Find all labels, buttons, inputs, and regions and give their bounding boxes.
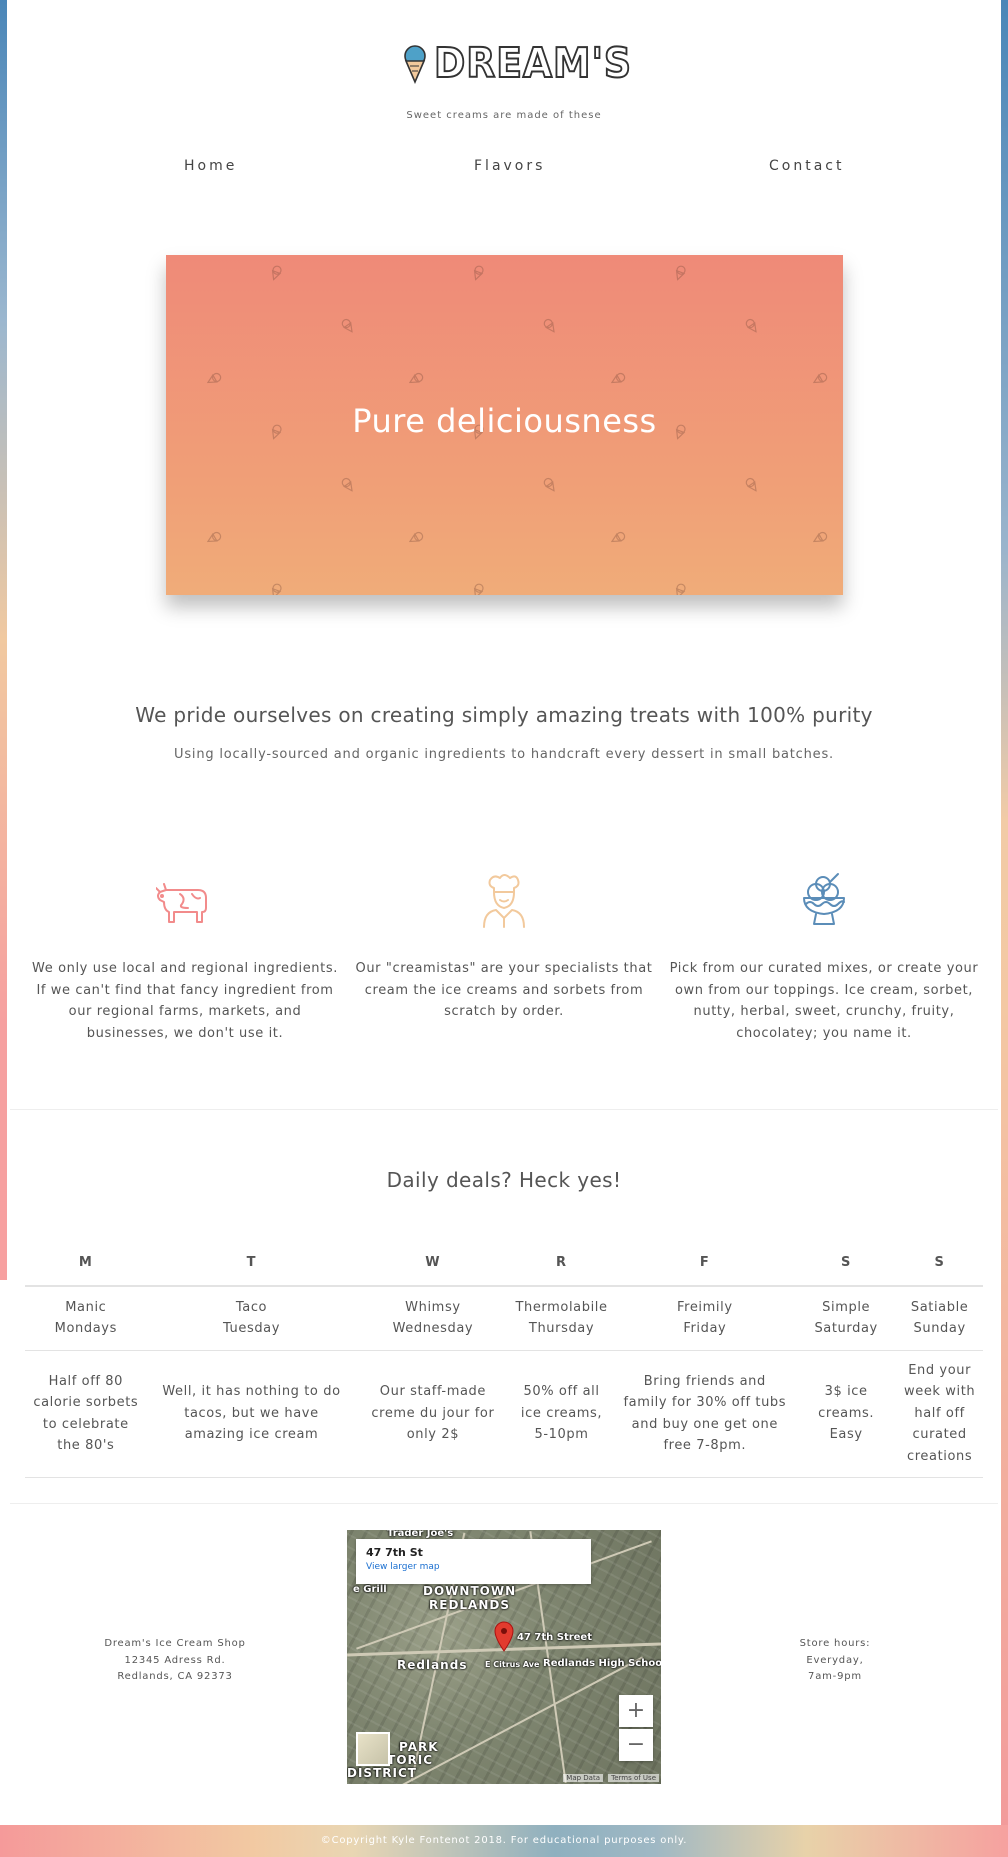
cone-icon — [271, 583, 282, 595]
day-header: F — [613, 1240, 797, 1287]
zoom-in-button[interactable]: + — [619, 1695, 653, 1727]
deal-description-cell: Half off 80 calorie sorbets to celebrate… — [25, 1350, 147, 1478]
deal-name-cell: Thermolabile Thursday — [509, 1286, 614, 1351]
right-gradient-border — [1001, 0, 1008, 1825]
map-pin-icon — [494, 1621, 514, 1652]
cone-icon — [341, 318, 353, 333]
table-row: Half off 80 calorie sorbets to celebrate… — [25, 1350, 983, 1478]
logo[interactable]: DREAM'S — [400, 38, 632, 88]
cone-icon — [610, 531, 626, 543]
cone-icon — [675, 265, 686, 281]
map-address: 47 7th St — [366, 1546, 423, 1559]
map-label-park: PARK — [399, 1740, 439, 1754]
pride-heading: We pride ourselves on creating simply am… — [135, 703, 873, 727]
cone-icon — [543, 477, 555, 492]
map-label-citrus: E Citrus Ave — [485, 1660, 540, 1669]
ice-cream-logo-icon — [404, 45, 426, 84]
logo-text: DREAM'S — [433, 38, 633, 88]
deal-description-cell: Bring friends and family for 30% off tub… — [613, 1350, 797, 1478]
pride-subheading: Using locally-sourced and organic ingred… — [174, 747, 834, 762]
hours-line: Everyday, — [806, 1654, 864, 1666]
table-row: Manic Mondays Taco Tuesday Whimsy Wednesday… — [25, 1286, 983, 1351]
deal-description-cell: 3$ ice creams. Easy — [796, 1350, 897, 1478]
deal-name-cell: Simple Saturday — [796, 1286, 897, 1351]
nav-contact-link[interactable]: Contact — [769, 158, 844, 174]
map-label-trader: Trader Joe's — [387, 1530, 454, 1539]
map-label-district: DISTRICT — [347, 1766, 417, 1780]
section-divider — [10, 1503, 998, 1504]
cone-icon — [745, 318, 757, 333]
feature-mixes-text: Pick from our curated mixes, or create y… — [669, 961, 979, 1041]
map-label-grill: e Grill — [353, 1584, 387, 1595]
deal-name-cell: Whimsy Wednesday — [356, 1286, 510, 1351]
main-nav: Home Flavors Contact — [0, 158, 1008, 182]
map-info-card: 47 7th St View larger map — [356, 1539, 591, 1584]
map-data-link[interactable]: Map Data — [563, 1774, 603, 1782]
deal-description-cell: Our staff-made creme du jour for only 2$ — [356, 1350, 510, 1478]
nav-flavors-link[interactable]: Flavors — [474, 158, 545, 174]
tagline: Sweet creams are made of these — [406, 110, 602, 121]
shop-address: Dream's Ice Cream Shop 12345 Adress Rd. … — [90, 1636, 260, 1686]
feature-creamistas-text: Our "creamistas" are your specialists th… — [355, 961, 653, 1019]
deal-description-cell: 50% off all ice creams, 5-10pm — [509, 1350, 614, 1478]
cone-icon — [812, 372, 828, 384]
deal-description-cell: End your week with half off curated crea… — [896, 1350, 983, 1478]
day-header: T — [146, 1240, 357, 1287]
hero-banner: Pure deliciousness — [166, 255, 843, 595]
site-footer: ©Copyright Kyle Fontenot 2018. For educa… — [0, 1825, 1008, 1857]
day-header: W — [356, 1240, 510, 1287]
cone-icon — [341, 477, 353, 492]
location-map[interactable]: Trader Joe's e Grill DOWNTOWN REDLANDS 4… — [347, 1530, 661, 1784]
cone-icon — [610, 372, 626, 384]
cone-icon — [473, 265, 484, 281]
map-label-highschool: Redlands High School — [543, 1658, 661, 1669]
map-label-downtown: DOWNTOWN — [423, 1584, 517, 1598]
hero-title: Pure deliciousness — [352, 402, 657, 440]
day-header: R — [509, 1240, 614, 1287]
map-label-redlands: Redlands — [397, 1658, 468, 1672]
address-line: Dream's Ice Cream Shop — [104, 1638, 246, 1649]
hours-line: Store hours: — [799, 1638, 871, 1649]
cone-icon — [675, 583, 686, 595]
section-divider — [10, 1109, 998, 1110]
map-terms-link[interactable]: Terms of Use — [608, 1774, 659, 1782]
day-header: S — [896, 1240, 983, 1287]
deal-name-cell: Freimily Friday — [613, 1286, 797, 1351]
deal-name-cell: Taco Tuesday — [146, 1286, 357, 1351]
deal-description-cell: Well, it has nothing to do tacos, but we… — [146, 1350, 357, 1478]
cow-icon — [156, 883, 207, 923]
hours-line: 7am-9pm — [808, 1671, 862, 1682]
map-label-redlands-upper: REDLANDS — [429, 1598, 510, 1612]
cone-icon — [408, 531, 424, 543]
chef-icon — [483, 874, 525, 928]
nav-home-link[interactable]: Home — [184, 158, 237, 174]
cone-icon — [271, 265, 282, 281]
cone-icon — [206, 372, 222, 384]
left-gradient-border — [0, 0, 7, 1280]
day-header: M — [25, 1240, 147, 1287]
store-hours: Store hours: Everyday, 7am-9pm — [785, 1636, 885, 1686]
map-label-street: 47 7th Street — [517, 1632, 592, 1643]
day-header: S — [796, 1240, 897, 1287]
deals-table: M T W R F S S Manic Mondays Taco Tuesday W… — [25, 1240, 983, 1478]
table-header-row: M T W R F S S — [25, 1240, 983, 1287]
deal-name-cell: Satiable Sunday — [896, 1286, 983, 1351]
cone-icon — [408, 372, 424, 384]
copyright-text: ©Copyright Kyle Fontenot 2018. For educa… — [320, 1835, 688, 1846]
cone-icon — [745, 477, 757, 492]
cone-icon — [473, 583, 484, 595]
deals-title: Daily deals? Heck yes! — [386, 1168, 622, 1192]
map-satellite-toggle[interactable] — [356, 1732, 390, 1766]
address-line: Redlands, CA 92373 — [117, 1671, 233, 1682]
deal-name-cell: Manic Mondays — [25, 1286, 147, 1351]
zoom-out-button[interactable]: − — [619, 1729, 653, 1761]
cone-icon — [812, 531, 828, 543]
address-line: 12345 Adress Rd. — [124, 1654, 226, 1666]
cone-icon — [543, 318, 555, 333]
sundae-icon — [803, 873, 845, 925]
view-larger-map-link[interactable]: View larger map — [366, 1562, 581, 1572]
feature-local-text: We only use local and regional ingredien… — [32, 961, 338, 1041]
cone-icon — [206, 531, 222, 543]
